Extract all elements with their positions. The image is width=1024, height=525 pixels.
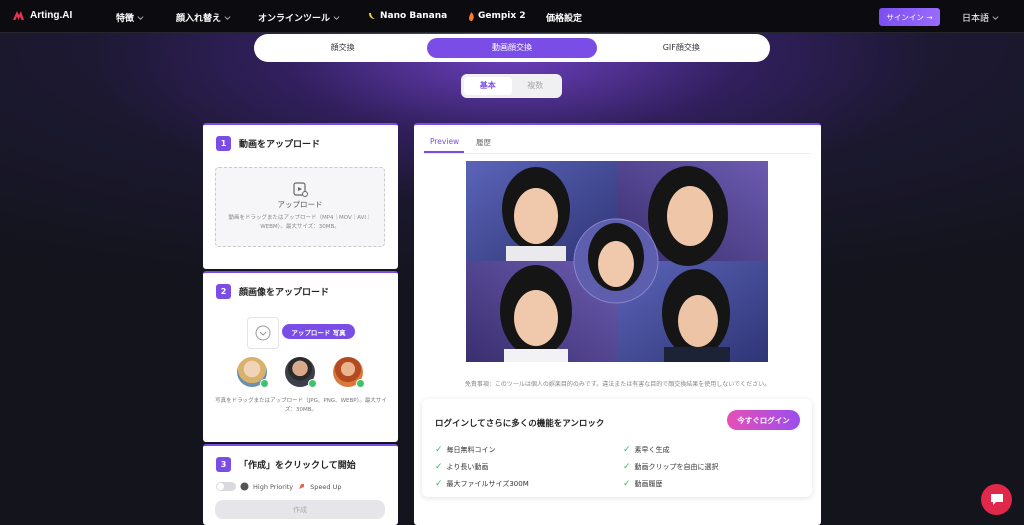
mode-basic[interactable]: 基本: [464, 77, 512, 95]
step-number: 2: [216, 284, 231, 299]
check-icon: [308, 379, 317, 388]
disclaimer-text: 免責事項：このツールは個人の娯楽目的のみです。違法または有害な目的で顔交換結果を…: [464, 381, 771, 388]
feature-item: ✓ 動画クリップを自由に選択: [623, 462, 719, 472]
tab-preview[interactable]: Preview: [430, 137, 459, 146]
create-button[interactable]: 作成: [215, 500, 385, 519]
feature-label: より長い動画: [446, 463, 489, 471]
chevron-down-icon: [992, 16, 999, 20]
mode-multiple[interactable]: 複数: [512, 77, 560, 95]
nav-face-swap[interactable]: 顔入れ替え: [176, 11, 231, 24]
step-title: 動画をアップロード: [239, 140, 321, 150]
check-icon: [356, 379, 365, 388]
nav-pricing[interactable]: 価格設定: [546, 11, 582, 24]
feature-label: 毎日無料コイン: [446, 446, 496, 454]
high-priority-toggle[interactable]: [216, 482, 236, 491]
sample-face-2[interactable]: [285, 357, 317, 388]
check-icon: ✓: [623, 445, 631, 455]
step-header: 3 「作成」をクリックして開始: [216, 457, 356, 472]
tab-indicator: [424, 151, 464, 153]
signin-label: サインイン →: [886, 12, 933, 22]
face-upload-box[interactable]: [247, 317, 279, 349]
swap-type-tabs: 顔交換 動画顔交換 GIF顔交換: [254, 34, 770, 62]
nav-gempix[interactable]: Gempix 2: [468, 11, 526, 21]
nav-nano-banana[interactable]: Nano Banana: [367, 11, 447, 21]
chevron-down-icon: [224, 16, 231, 20]
chevron-down-icon: [137, 16, 144, 20]
check-icon: ✓: [623, 479, 631, 489]
check-icon: [260, 379, 269, 388]
nav-online-tools-label: オンラインツール: [258, 14, 331, 24]
speed-up-label: Speed Up: [310, 482, 342, 491]
feature-item: ✓ 毎日無料コイン: [435, 445, 496, 455]
mode-toggle: 基本 複数: [461, 74, 562, 98]
chat-button[interactable]: [981, 484, 1012, 515]
face-collage: [466, 161, 768, 362]
nav-features-label: 特徴: [116, 14, 135, 24]
nav-nano-banana-label: Nano Banana: [380, 11, 448, 21]
video-dropzone[interactable]: アップロード 動画をドラッグまたはアップロード（MP4｜MOV｜AVI｜WEBM…: [215, 167, 385, 247]
tab-video-face-swap[interactable]: 動画顔交換: [427, 38, 597, 58]
nav-pricing-label: 価格設定: [546, 14, 583, 24]
feature-label: 最大ファイルサイズ300M: [446, 480, 529, 488]
step-number: 3: [216, 457, 231, 472]
nav-online-tools[interactable]: オンラインツール: [258, 11, 340, 24]
logo-icon: [13, 11, 24, 20]
check-icon: ✓: [435, 445, 443, 455]
signin-button[interactable]: サインイン →: [879, 8, 940, 26]
upload-label: アップロード: [277, 200, 323, 209]
step-header: 2 顔画像をアップロード: [216, 284, 329, 299]
tab-history[interactable]: 履歴: [476, 137, 491, 148]
feature-label: 動画クリップを自由に選択: [634, 463, 719, 471]
nav-features[interactable]: 特徴: [116, 11, 144, 24]
preview-image: [466, 161, 768, 362]
feature-item: ✓ 素早く生成: [623, 445, 670, 455]
tab-gif-face-swap[interactable]: GIF顔交換: [597, 38, 766, 58]
step-number: 1: [216, 136, 231, 151]
unlock-title: ログインしてさらに多くの機能をアンロック: [435, 419, 605, 429]
preview-panel: Preview 履歴 免責事項：このツールは個人の娯楽目的のみです。違法または有…: [414, 123, 821, 525]
banana-icon: [369, 13, 375, 19]
check-icon: ✓: [623, 462, 631, 472]
language-label: 日本語: [962, 14, 990, 24]
feature-item: ✓ より長い動画: [435, 462, 488, 472]
face-upload-hint: 写真をドラッグまたはアップロード（JPG、PNG、WEBP）。最大サイズ：30M…: [215, 398, 387, 413]
logo[interactable]: Arting.AI: [12, 9, 72, 22]
language-selector[interactable]: 日本語: [962, 11, 999, 24]
feature-item: ✓ 最大ファイルサイズ300M: [435, 479, 529, 489]
logo-text: Arting.AI: [30, 10, 73, 21]
upload-photo-button[interactable]: アップロード 写真: [282, 324, 355, 339]
video-upload-icon: [293, 182, 308, 197]
priority-row: High Priority Speed Up: [216, 482, 341, 491]
chat-bubble-icon: [990, 494, 1003, 505]
step-create: 3 「作成」をクリックして開始 High Priority Speed Up 作…: [203, 444, 398, 525]
chevron-down-icon: [333, 16, 340, 20]
tab-face-swap[interactable]: 顔交換: [258, 38, 427, 58]
high-priority-label: High Priority: [253, 482, 294, 491]
feature-label: 素早く生成: [634, 446, 670, 454]
step-header: 1 動画をアップロード: [216, 136, 320, 151]
check-icon: ✓: [435, 462, 443, 472]
step-upload-face: 2 顔画像をアップロード アップロード 写真 写真をドラッグまたはアップロード（…: [203, 271, 398, 442]
sample-face-1[interactable]: [237, 357, 269, 388]
sample-face-3[interactable]: [333, 357, 365, 388]
step-upload-video: 1 動画をアップロード アップロード 動画をドラッグまたはアップロード（MP4｜…: [203, 123, 398, 269]
feature-label: 動画履歴: [634, 480, 663, 488]
upload-hint: 動画をドラッグまたはアップロード（MP4｜MOV｜AVI｜WEBM）。最大サイズ…: [228, 215, 372, 230]
unlock-card: ログインしてさらに多くの機能をアンロック 今すぐログイン ✓ 毎日無料コイン ✓…: [422, 399, 812, 497]
check-icon: ✓: [435, 479, 443, 489]
step-title: 「作成」をクリックして開始: [239, 461, 356, 471]
feature-item: ✓ 動画履歴: [623, 479, 663, 489]
coin-icon: [240, 482, 249, 491]
top-nav: Arting.AI 特徴 顔入れ替え オンラインツール Nano Banana …: [0, 0, 1024, 33]
face-placeholder-icon: [255, 325, 271, 341]
step-title: 顔画像をアップロード: [239, 288, 330, 298]
flame-icon: [469, 11, 474, 21]
rocket-icon: [299, 484, 305, 489]
login-now-button[interactable]: 今すぐログイン: [727, 410, 800, 430]
tab-divider: [424, 153, 811, 154]
nav-gempix-label: Gempix 2: [478, 11, 526, 21]
nav-face-swap-label: 顔入れ替え: [176, 14, 222, 24]
